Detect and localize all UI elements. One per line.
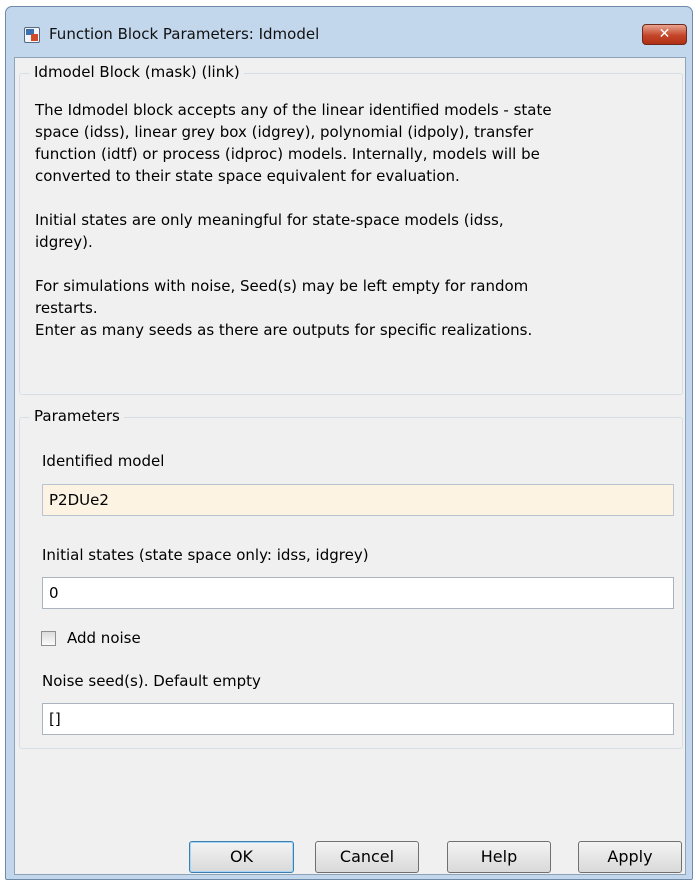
identified-model-label: Identified model (42, 452, 165, 470)
description-line: Initial states are only meaningful for s… (35, 211, 504, 229)
description-line: For simulations with noise, Seed(s) may … (35, 277, 529, 295)
identified-model-input[interactable]: P2DUe2 (42, 484, 674, 516)
add-noise-checkbox[interactable] (41, 631, 56, 646)
noise-seed-label: Noise seed(s). Default empty (42, 672, 261, 690)
close-button[interactable]: ✕ (642, 24, 687, 45)
window-title: Function Block Parameters: Idmodel (49, 25, 320, 43)
description-group-legend: Idmodel Block (mask) (link) (30, 63, 244, 81)
dialog-window: Function Block Parameters: Idmodel ✕ Idm… (5, 6, 693, 880)
help-button[interactable]: Help (447, 841, 551, 873)
description-line: restarts. (35, 299, 98, 317)
close-icon: ✕ (658, 26, 671, 42)
description-line: converted to their state space equivalen… (35, 167, 460, 185)
cancel-button[interactable]: Cancel (315, 841, 419, 873)
simulink-block-icon (24, 27, 40, 43)
apply-button[interactable]: Apply (578, 841, 682, 873)
initial-states-label: Initial states (state space only: idss, … (42, 546, 369, 564)
add-noise-label[interactable]: Add noise (67, 629, 141, 647)
description-line: Enter as many seeds as there are outputs… (35, 321, 533, 339)
ok-button[interactable]: OK (189, 841, 294, 873)
title-bar[interactable]: Function Block Parameters: Idmodel ✕ (6, 7, 692, 57)
noise-seed-input[interactable]: [] (42, 703, 674, 735)
initial-states-input[interactable]: 0 (42, 577, 674, 609)
description-line: function (idtf) or process (idproc) mode… (35, 145, 540, 163)
description-line: The Idmodel block accepts any of the lin… (35, 101, 552, 119)
description-line: idgrey). (35, 233, 93, 251)
dialog-content: Idmodel Block (mask) (link) The Idmodel … (14, 57, 686, 875)
parameters-group-legend: Parameters (30, 407, 124, 425)
description-line: space (idss), linear grey box (idgrey), … (35, 123, 534, 141)
description-group: Idmodel Block (mask) (link) The Idmodel … (19, 63, 683, 395)
